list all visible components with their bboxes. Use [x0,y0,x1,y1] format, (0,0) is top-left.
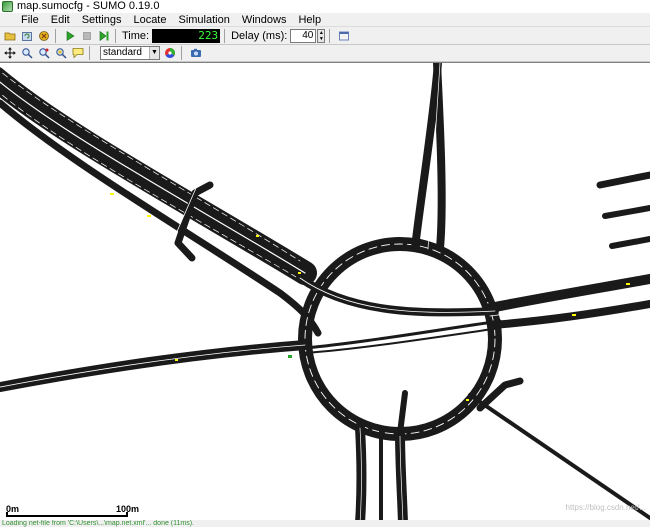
toolbar-separator [224,28,226,43]
highway-northwest [0,67,317,286]
vehicle[interactable] [110,193,114,195]
status-bar: Loading net-file from 'C:\Users\...\map.… [0,520,650,527]
vehicle[interactable] [147,215,151,217]
delay-spinner[interactable]: ▲ ▼ [317,28,326,43]
color-wheel-icon[interactable] [163,46,177,60]
toolbar-separator [181,46,182,60]
toolbar-separator [55,28,56,43]
locate-edge-icon[interactable] [37,46,51,60]
delay-label: Delay (ms): [231,29,288,42]
stop-icon[interactable] [80,29,94,43]
spin-down-icon[interactable]: ▼ [318,35,325,42]
roundabout [298,237,502,441]
menu-file[interactable]: File [0,13,45,27]
menu-bar: File Edit Settings Locate Simulation Win… [0,13,650,27]
status-message: Loading net-file from 'C:\Users\...\map.… [2,520,195,527]
road-east [485,273,650,329]
road-south [355,390,408,520]
run-icon[interactable] [63,29,77,43]
recenter-icon[interactable] [3,46,17,60]
menu-edit[interactable]: Edit [45,13,76,27]
road-southeast [468,377,650,520]
through-road [296,274,502,354]
simulation-toolbar: Time: 223 Delay (ms): 40 ▲ ▼ [0,27,650,45]
vehicle[interactable] [256,235,259,237]
tooltips-icon[interactable] [71,46,85,60]
open-icon[interactable] [3,29,17,43]
toolbar-separator [115,28,116,43]
menu-windows[interactable]: Windows [236,13,293,27]
menu-settings[interactable]: Settings [76,13,128,27]
road-north [411,63,446,252]
step-icon[interactable] [97,29,111,43]
locate-junction-icon[interactable] [20,46,34,60]
network-view[interactable]: 0m 100m https://blog.csdn.net/... [0,62,650,520]
road-network [0,63,650,520]
menu-locate[interactable]: Locate [127,13,172,27]
vehicle[interactable] [466,399,469,401]
toolbar-separator [89,46,90,60]
toolbar-separator [329,28,331,43]
menu-help[interactable]: Help [292,13,327,27]
view-toolbar: standard ▼ [0,45,650,62]
road-stubs-east [596,171,650,249]
color-scheme-value: standard [103,47,142,58]
vehicle[interactable] [572,314,576,316]
scale-bar: 0m 100m [6,504,139,520]
delay-input[interactable]: 40 [290,28,317,43]
scale-tick [6,512,8,517]
title-bar: map.sumocfg - SUMO 0.19.0 [0,0,650,13]
vehicle[interactable] [298,272,301,274]
time-label: Time: [122,29,150,42]
close-sim-icon[interactable] [37,29,51,43]
time-toggle-icon[interactable] [337,29,351,43]
menu-simulation[interactable]: Simulation [172,13,235,27]
vehicle[interactable] [175,359,178,361]
time-display: 223 [152,28,221,43]
road-west [0,340,310,393]
sumo-app-icon [2,1,13,12]
reload-icon[interactable] [20,29,34,43]
vehicle[interactable] [626,283,630,285]
window-title: map.sumocfg - SUMO 0.19.0 [17,0,160,12]
vehicle[interactable] [288,355,292,358]
chevron-down-icon[interactable]: ▼ [149,47,159,59]
screenshot-icon[interactable] [189,46,203,60]
watermark: https://blog.csdn.net/... [565,503,647,512]
color-scheme-select[interactable]: standard ▼ [100,46,160,60]
locate-vehicle-icon[interactable] [54,46,68,60]
scale-line [6,515,128,517]
scale-tick [126,512,128,517]
